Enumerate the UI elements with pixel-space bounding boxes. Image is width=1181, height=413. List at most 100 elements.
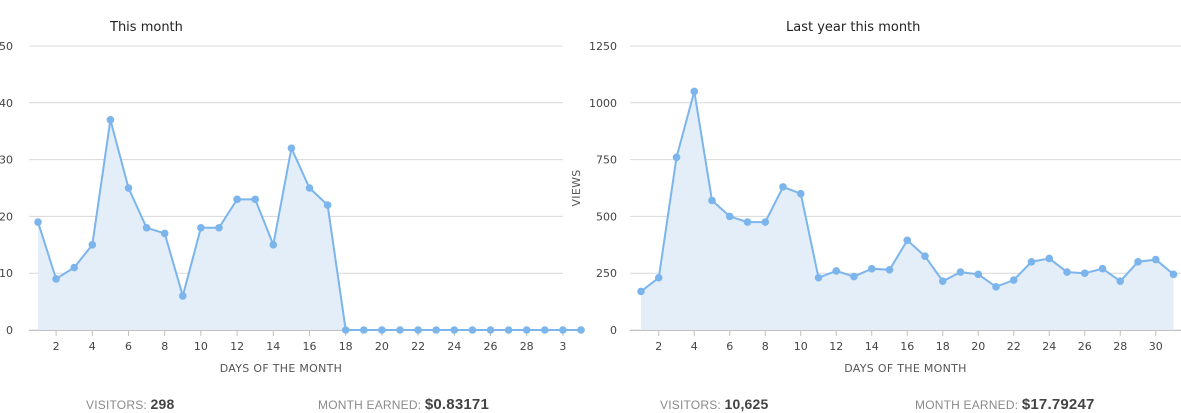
left-chart-point	[215, 223, 223, 232]
left-chart-x-tick-label: 26	[484, 340, 498, 353]
left-chart-point	[106, 116, 115, 124]
left-chart-y-tick-label: 50	[0, 40, 13, 53]
left-chart-point	[360, 326, 368, 334]
left-chart-point	[305, 184, 314, 192]
right-visitors-label: VISITORS:	[660, 398, 721, 412]
right-chart-point	[1045, 254, 1054, 263]
right-chart-y-tick-label: 250	[596, 267, 617, 280]
left-chart-point	[287, 144, 296, 153]
left-chart-point	[34, 218, 42, 226]
right-chart-point	[1151, 255, 1160, 264]
left-chart-point	[468, 326, 477, 334]
right-chart-point	[708, 196, 716, 205]
right-chart-point	[796, 189, 805, 198]
right-chart-x-tick-label: 26	[1078, 340, 1092, 353]
right-chart-point	[672, 153, 681, 162]
left-chart-y-tick-label: 30	[0, 154, 13, 167]
left-chart-x-tick-label: 4	[89, 340, 96, 353]
right-chart-x-tick-label: 2	[655, 340, 662, 353]
left-chart-x-tick-label: 22	[411, 340, 425, 353]
left-chart-point	[160, 229, 169, 238]
left-chart-title: This month	[109, 20, 183, 35]
right-chart-point	[885, 265, 894, 274]
left-earned-label: MONTH EARNED:	[318, 398, 422, 412]
right-chart-x-tick-label: 4	[691, 340, 698, 353]
left-chart-x-tick-label: 2	[53, 340, 60, 353]
right-chart-point	[654, 273, 663, 282]
left-visitors-value: 298	[150, 396, 175, 412]
left-chart-point	[577, 326, 585, 334]
right-chart-x-tick-label: 6	[726, 340, 733, 353]
left-chart-point	[323, 201, 332, 209]
right-chart-x-tick-label: 20	[971, 340, 985, 353]
charts-canvas: 010203040502 4 6 8 10 12 14 16 18 20 22 24 26 28 3This…	[0, 20, 1181, 375]
right-chart-point	[1027, 258, 1036, 266]
right-earned-label: MONTH EARNED:	[915, 398, 1019, 412]
right-chart-point	[1169, 270, 1178, 279]
right-visitors-value: 10,625	[724, 396, 769, 412]
left-chart-x-tick-label: 3	[559, 340, 566, 353]
left-chart-x-tick-label: 18	[339, 340, 353, 353]
left-chart-x-axis-label: DAYS OF THE MONTH	[220, 362, 343, 375]
right-chart-point	[974, 270, 983, 279]
right-chart-point	[867, 264, 876, 273]
right-chart-point	[814, 273, 823, 282]
left-chart-point	[486, 326, 495, 334]
left-chart-y-tick-label: 0	[6, 324, 13, 337]
right-chart-point	[690, 87, 699, 96]
right-chart-title: Last year this month	[786, 20, 920, 35]
left-visitors-stat: VISITORS: 298	[86, 396, 174, 412]
left-chart-point	[341, 326, 350, 334]
left-chart-x-tick-label: 16	[303, 340, 317, 353]
left-chart-point	[378, 326, 386, 334]
left-chart-point	[541, 326, 549, 334]
right-chart-y-tick-label: 1250	[589, 40, 617, 53]
left-chart-point	[88, 241, 97, 249]
left-chart-point	[414, 326, 422, 334]
right-chart-x-axis-label: DAYS OF THE MONTH	[844, 362, 967, 375]
left-chart-point	[124, 184, 133, 192]
right-chart-point	[921, 252, 929, 260]
right-chart-x-tick-label: 22	[1007, 340, 1021, 353]
right-chart-point	[779, 183, 787, 191]
left-chart-x-tick-label: 12	[230, 340, 244, 353]
right-chart-x-tick-label: 16	[900, 340, 914, 353]
right-chart-point	[956, 268, 965, 276]
left-chart-point	[142, 223, 151, 232]
right-chart-x-tick-label: 8	[762, 340, 769, 353]
right-chart-point	[938, 277, 947, 285]
right-chart-point	[1080, 269, 1089, 278]
right-chart-x-tick-label: 18	[936, 340, 950, 353]
left-chart-point	[233, 195, 241, 204]
right-chart-point	[1098, 264, 1107, 273]
left-chart-y-tick-label: 20	[0, 210, 13, 223]
right-chart-point	[1116, 277, 1125, 285]
right-chart-point	[761, 218, 770, 226]
right-chart-y-tick-label: 500	[596, 210, 617, 223]
left-earned-value: $0.83171	[424, 396, 489, 413]
right-chart-point	[850, 272, 858, 281]
right-earned-value: $17.79247	[1021, 396, 1095, 413]
left-visitors-label: VISITORS:	[86, 398, 147, 412]
right-visitors-stat: VISITORS: 10,625	[660, 396, 769, 412]
right-chart-x-tick-label: 10	[794, 340, 808, 353]
right-chart-point	[1134, 258, 1142, 266]
left-chart-y-tick-label: 40	[0, 97, 13, 110]
left-chart-point	[179, 292, 187, 300]
left-chart-x-tick-label: 14	[266, 340, 280, 353]
left-chart-point	[559, 326, 567, 334]
right-chart-point	[637, 287, 645, 296]
left-chart-point	[450, 326, 459, 334]
right-chart-point	[725, 212, 734, 221]
left-chart-point	[504, 326, 513, 334]
right-chart-y-tick-label: 1000	[589, 97, 617, 110]
left-chart-x-tick-label: 20	[375, 340, 389, 353]
right-chart-y-tick-label: 750	[596, 154, 617, 167]
left-chart-x-tick-label: 24	[447, 340, 461, 353]
left-chart-x-tick-label: 10	[194, 340, 208, 353]
right-chart-area	[641, 91, 1174, 331]
left-chart-point	[269, 241, 278, 249]
left-chart-x-tick-label: 28	[520, 340, 534, 353]
left-chart-y-tick-label: 10	[0, 267, 13, 280]
left-chart-x-tick-label: 6	[125, 340, 132, 353]
